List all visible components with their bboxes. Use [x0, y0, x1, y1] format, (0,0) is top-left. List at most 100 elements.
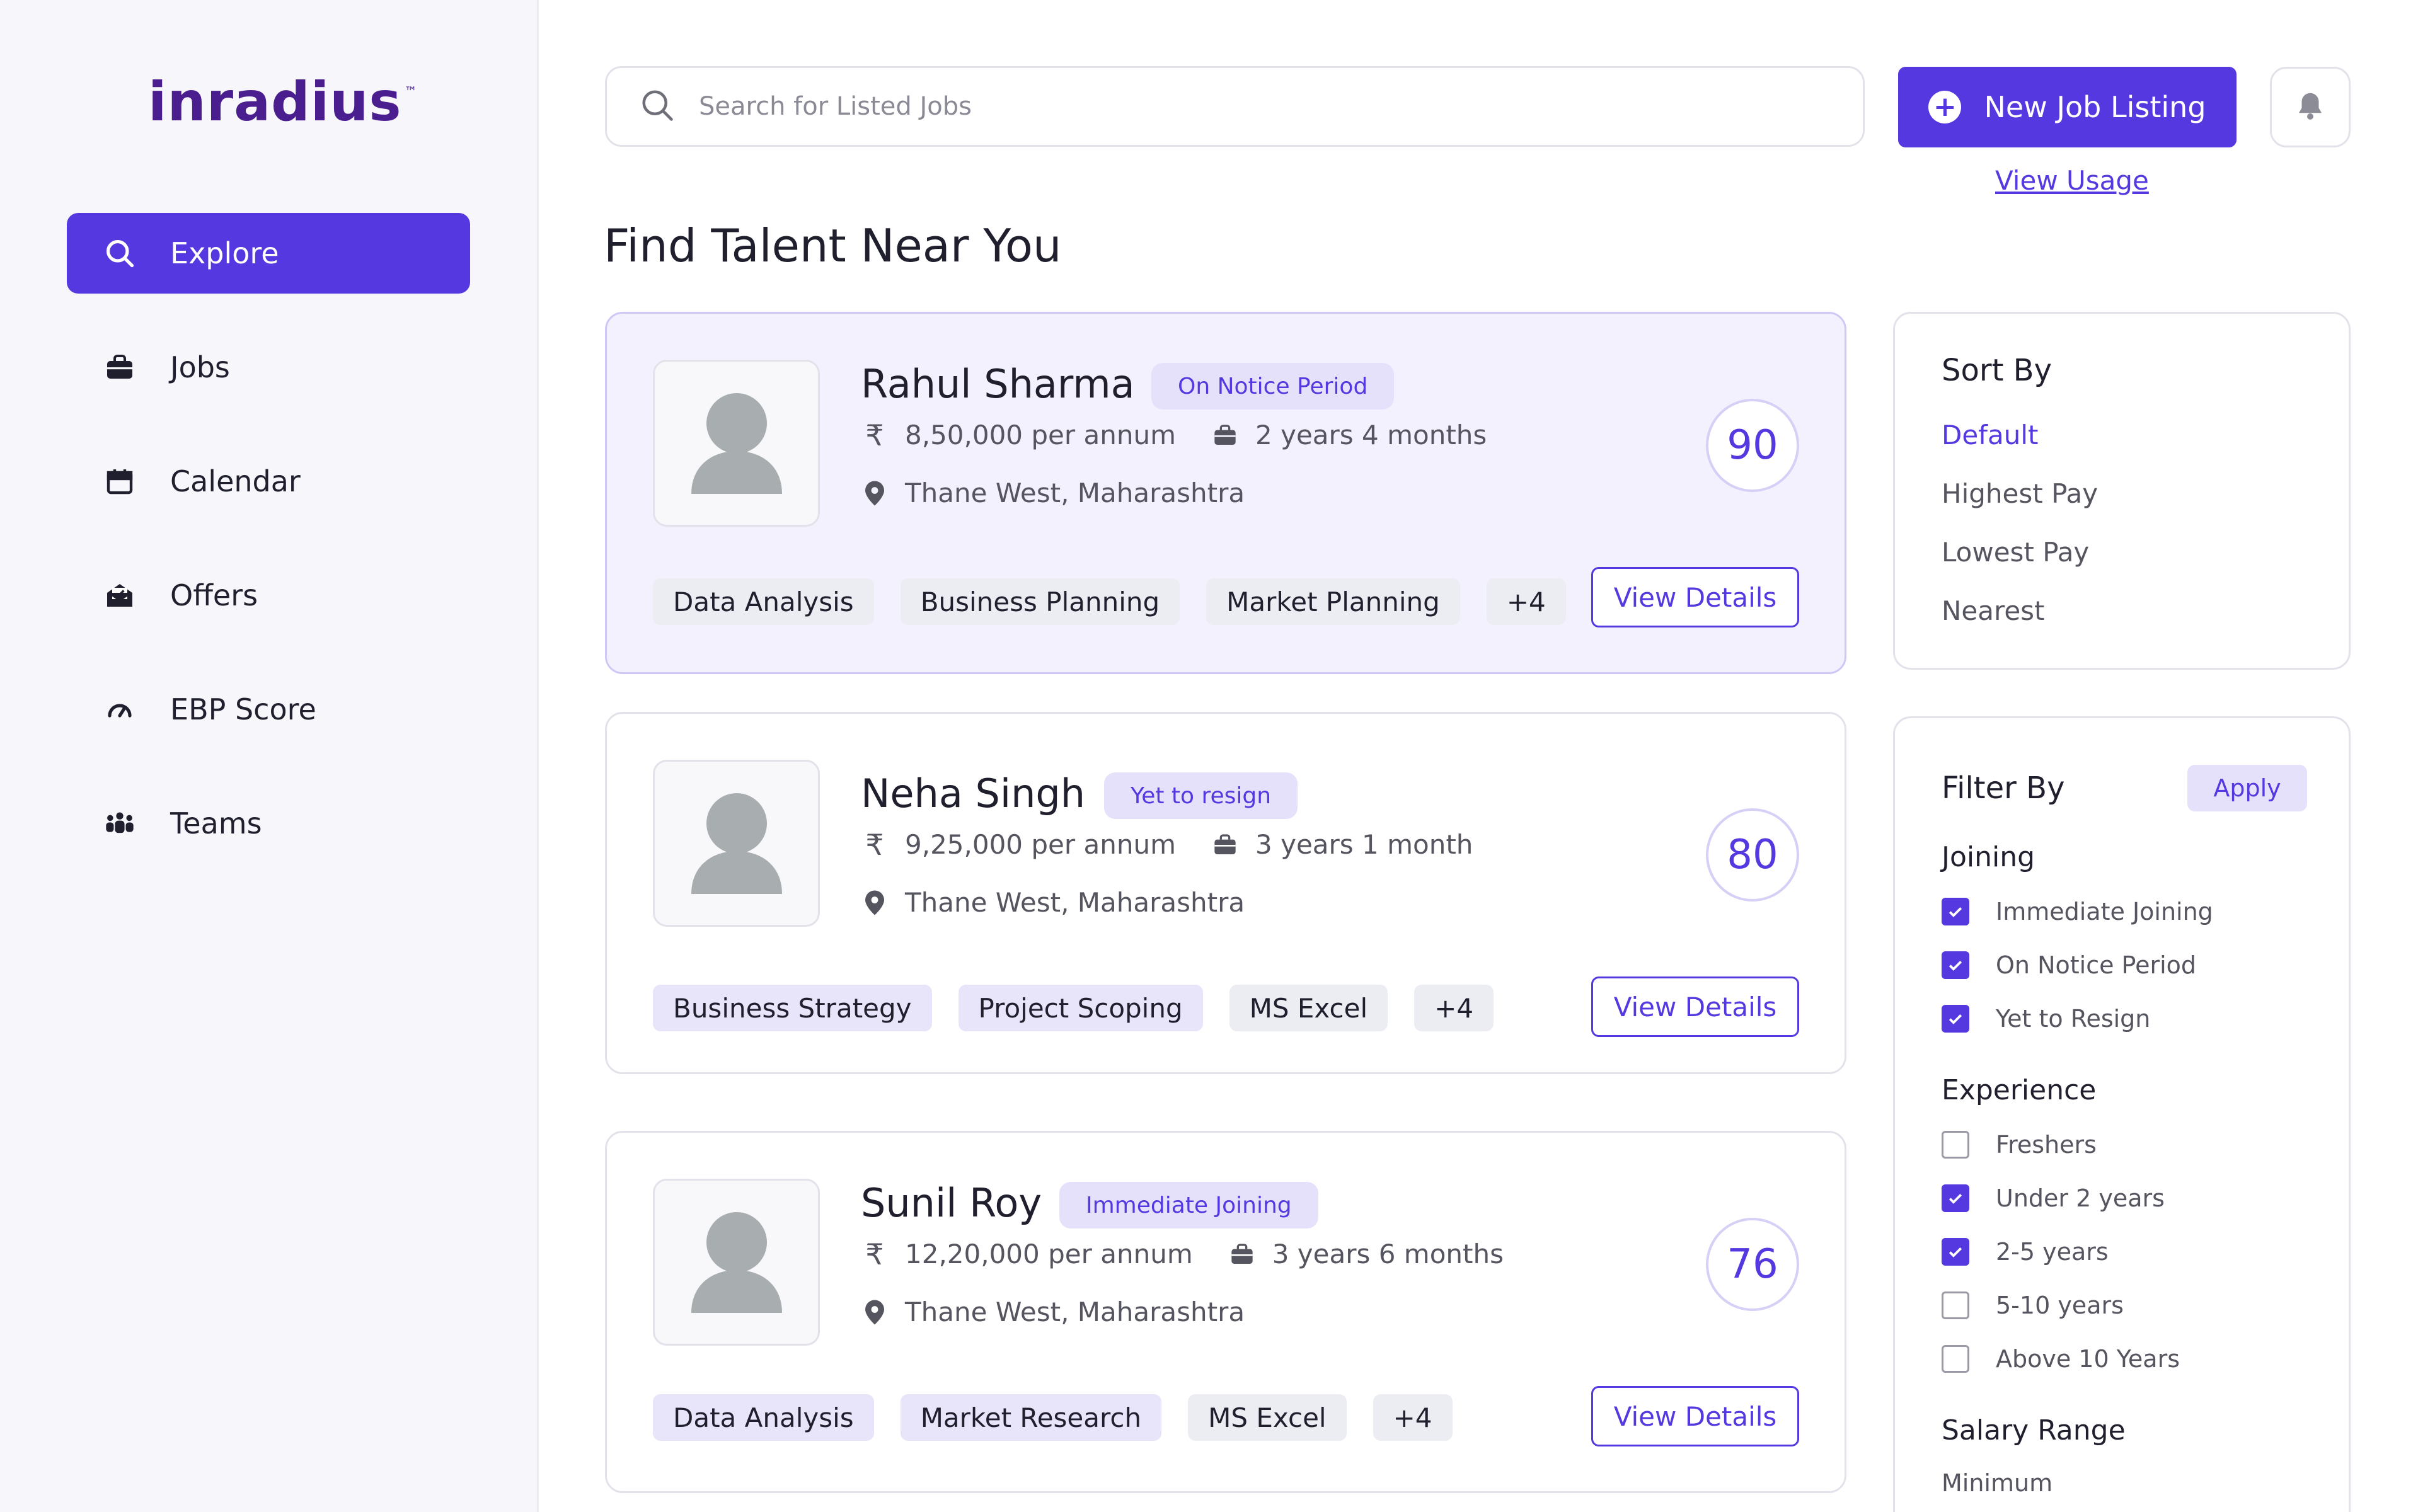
- location-pin-icon: [861, 889, 889, 917]
- filter-under-2-years[interactable]: Under 2 years: [1942, 1184, 2165, 1212]
- checkbox-unchecked[interactable]: [1942, 1345, 1969, 1373]
- status-badge: On Notice Period: [1151, 363, 1395, 410]
- salary-text: 9,25,000 per annum: [905, 829, 1177, 860]
- team-icon: [102, 806, 137, 841]
- candidate-location: Thane West, Maharashtra: [861, 887, 1245, 918]
- skill-tags: Data Analysis Business Planning Market P…: [653, 578, 1592, 625]
- skill-tag: MS Excel: [1229, 985, 1388, 1031]
- sort-title: Sort By: [1942, 353, 2052, 388]
- filter-on-notice-period[interactable]: On Notice Period: [1942, 951, 2196, 979]
- filter-option-label: Yet to Resign: [1996, 1005, 2151, 1033]
- avatar: [653, 760, 820, 927]
- filter-option-label: 2-5 years: [1996, 1238, 2109, 1266]
- sidebar-item-ebp-score[interactable]: EBP Score: [67, 669, 470, 750]
- salary-text: 8,50,000 per annum: [905, 420, 1177, 450]
- skill-tag: Data Analysis: [653, 578, 874, 625]
- sort-option-nearest[interactable]: Nearest: [1942, 595, 2045, 626]
- bell-icon: [2293, 89, 2327, 125]
- sidebar-item-label: Jobs: [170, 350, 230, 384]
- filter-immediate-joining[interactable]: Immediate Joining: [1942, 898, 2213, 925]
- skill-tag: Market Planning: [1206, 578, 1460, 625]
- filter-yet-to-resign[interactable]: Yet to Resign: [1942, 1005, 2150, 1033]
- location-text: Thane West, Maharashtra: [905, 1297, 1245, 1327]
- apply-filters-button[interactable]: Apply: [2187, 765, 2307, 811]
- sidebar-item-offers[interactable]: Offers: [67, 555, 470, 636]
- sidebar-item-jobs[interactable]: Jobs: [67, 327, 470, 408]
- candidate-score: 76: [1706, 1218, 1799, 1311]
- filter-2-5-years[interactable]: 2-5 years: [1942, 1238, 2109, 1266]
- search-bar[interactable]: [605, 66, 1865, 147]
- experience-text: 3 years 1 month: [1255, 829, 1473, 860]
- location-text: Thane West, Maharashtra: [905, 887, 1245, 918]
- briefcase-icon: [102, 350, 137, 385]
- filter-freshers[interactable]: Freshers: [1942, 1131, 2097, 1159]
- status-badge: Yet to resign: [1104, 772, 1298, 819]
- filter-option-label: Freshers: [1996, 1131, 2097, 1159]
- skill-tag: Data Analysis: [653, 1394, 874, 1441]
- mail-open-icon: [102, 578, 137, 613]
- checkbox-checked[interactable]: [1942, 1238, 1969, 1266]
- view-usage-link[interactable]: View Usage: [1995, 165, 2149, 196]
- rupee-icon: ₹: [865, 1237, 884, 1271]
- avatar: [653, 360, 820, 527]
- candidate-card[interactable]: Neha Singh Yet to resign ₹ 9,25,000 per …: [605, 712, 1846, 1074]
- checkbox-checked[interactable]: [1942, 1184, 1969, 1212]
- salary-minimum-label: Minimum: [1942, 1469, 2053, 1497]
- sidebar-item-explore[interactable]: Explore: [67, 213, 470, 294]
- skill-tag: Business Strategy: [653, 985, 932, 1031]
- page-title: Find Talent Near You: [604, 219, 1062, 272]
- checkbox-checked[interactable]: [1942, 951, 1969, 979]
- user-placeholder-icon: [691, 392, 782, 494]
- notifications-button[interactable]: [2270, 67, 2351, 147]
- app-root: inradius ™ Explore Jobs Calendar Offers …: [0, 0, 2418, 1512]
- sort-option-highest-pay[interactable]: Highest Pay: [1942, 478, 2098, 509]
- view-details-button[interactable]: View Details: [1591, 567, 1799, 627]
- sidebar-item-label: Offers: [170, 578, 258, 612]
- filter-title: Filter By: [1942, 770, 2065, 806]
- rupee-icon: ₹: [865, 418, 884, 452]
- search-icon: [102, 236, 137, 271]
- gauge-icon: [102, 692, 137, 727]
- filter-option-label: Immediate Joining: [1996, 898, 2213, 925]
- experience-group-title: Experience: [1942, 1074, 2097, 1106]
- filter-above-10-years[interactable]: Above 10 Years: [1942, 1345, 2180, 1373]
- sidebar-item-teams[interactable]: Teams: [67, 783, 470, 864]
- sidebar-item-label: Teams: [170, 806, 262, 840]
- more-skills-tag[interactable]: +4: [1486, 578, 1566, 625]
- filter-5-10-years[interactable]: 5-10 years: [1942, 1292, 2124, 1319]
- view-details-button[interactable]: View Details: [1591, 1386, 1799, 1446]
- avatar: [653, 1179, 820, 1346]
- experience-text: 3 years 6 months: [1272, 1239, 1504, 1269]
- candidate-score: 90: [1706, 399, 1799, 492]
- checkbox-checked[interactable]: [1942, 898, 1969, 925]
- checkbox-checked[interactable]: [1942, 1005, 1969, 1033]
- candidate-location: Thane West, Maharashtra: [861, 1297, 1245, 1327]
- skill-tag: Market Research: [900, 1394, 1162, 1441]
- logo[interactable]: inradius ™: [148, 60, 417, 129]
- skill-tag: Project Scoping: [958, 985, 1203, 1031]
- user-placeholder-icon: [691, 1211, 782, 1313]
- view-details-button[interactable]: View Details: [1591, 976, 1799, 1037]
- new-job-listing-button[interactable]: + New Job Listing: [1898, 67, 2237, 147]
- search-input[interactable]: [699, 92, 1770, 121]
- candidate-card[interactable]: Sunil Roy Immediate Joining ₹ 12,20,000 …: [605, 1131, 1846, 1493]
- sidebar-item-label: EBP Score: [170, 692, 316, 726]
- sidebar-item-calendar[interactable]: Calendar: [67, 441, 470, 522]
- skill-tag: MS Excel: [1188, 1394, 1347, 1441]
- rupee-icon: ₹: [865, 827, 884, 862]
- sidebar: inradius ™ Explore Jobs Calendar Offers …: [0, 0, 539, 1512]
- more-skills-tag[interactable]: +4: [1414, 985, 1494, 1031]
- candidate-score: 80: [1706, 808, 1799, 902]
- joining-group-title: Joining: [1942, 841, 2035, 873]
- more-skills-tag[interactable]: +4: [1373, 1394, 1453, 1441]
- user-placeholder-icon: [691, 793, 782, 894]
- candidate-card[interactable]: Rahul Sharma On Notice Period ₹ 8,50,000…: [605, 312, 1846, 674]
- checkbox-unchecked[interactable]: [1942, 1292, 1969, 1319]
- checkbox-unchecked[interactable]: [1942, 1131, 1969, 1159]
- logo-trademark: ™: [404, 84, 417, 99]
- skill-tags: Data Analysis Market Research MS Excel +…: [653, 1394, 1479, 1441]
- sort-option-lowest-pay[interactable]: Lowest Pay: [1942, 537, 2089, 568]
- skill-tags: Business Strategy Project Scoping MS Exc…: [653, 985, 1520, 1031]
- sort-option-default[interactable]: Default: [1942, 420, 2038, 450]
- calendar-icon: [102, 464, 137, 499]
